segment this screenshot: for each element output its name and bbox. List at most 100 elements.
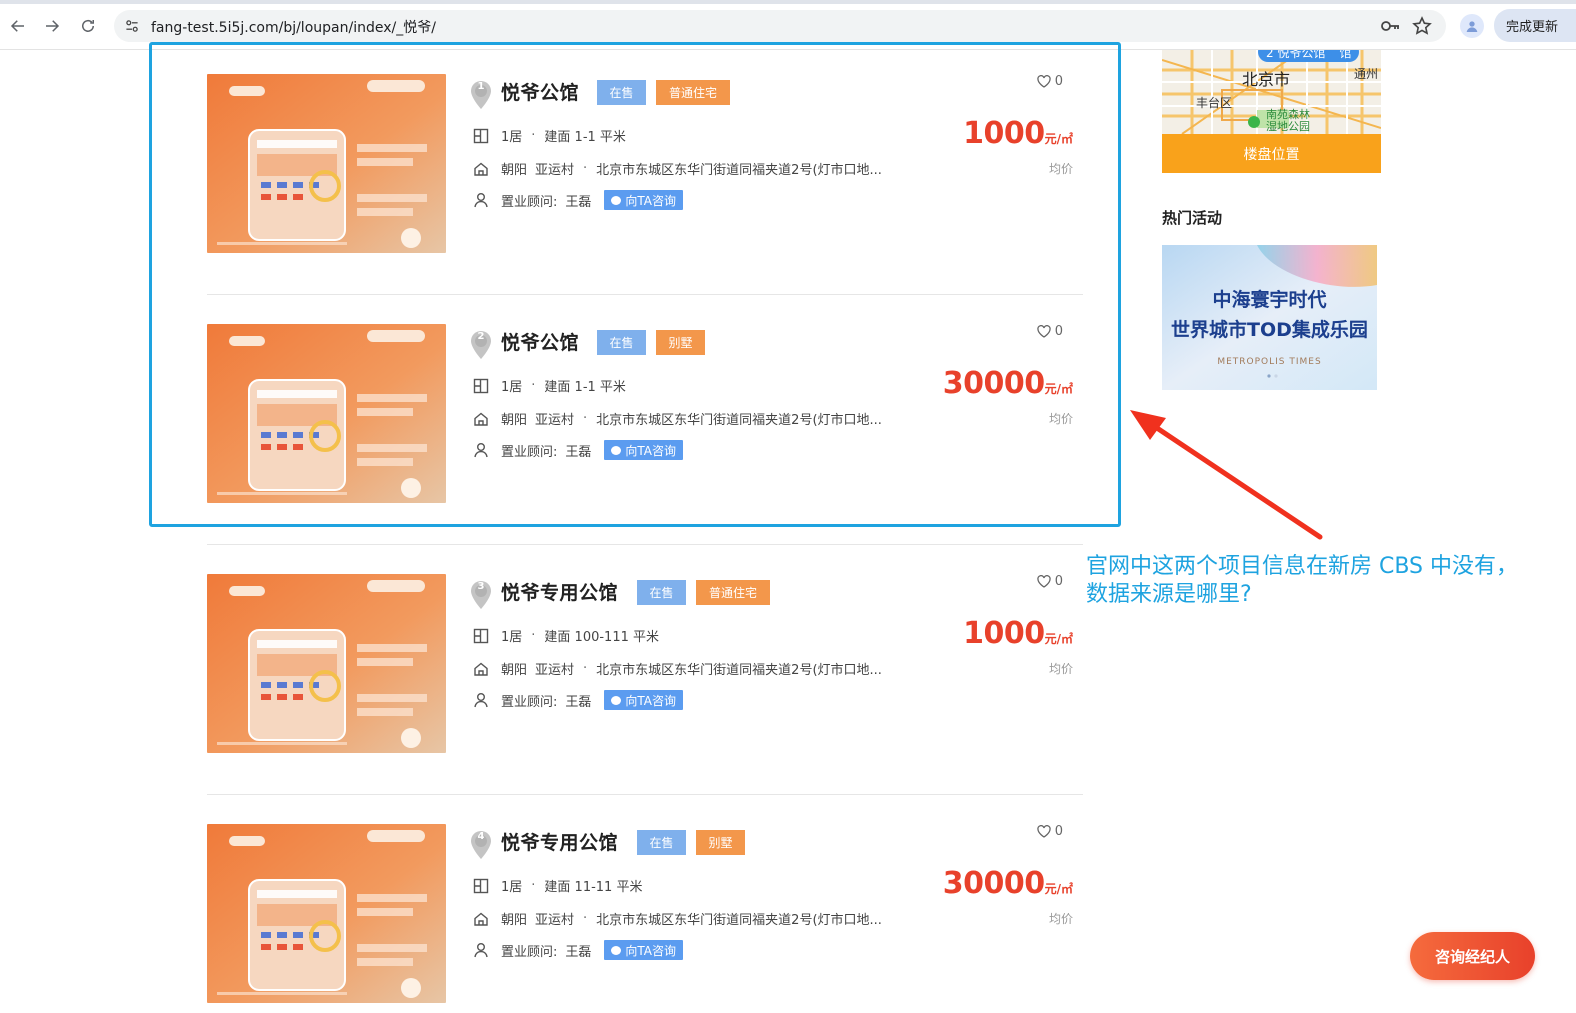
heart-icon[interactable] [1037,575,1051,588]
listing-advisor-row: 置业顾问: 王磊 向TA咨询 [473,940,684,960]
rank-badge: 4 [470,830,492,860]
advisor-label: 置业顾问: [501,694,558,710]
arrow-left-icon [10,20,24,32]
annotation-arrow-icon [1130,410,1323,540]
favorite-count: 0 [1054,824,1063,839]
map-city-label: 北京市 [1242,70,1291,89]
subarea-text: 亚运村 [535,913,575,928]
separator: · [583,911,588,926]
consult-button[interactable]: 向TA咨询 [604,940,684,960]
address-text: 北京市东城区东华门街道同福夹道2号(灯市口地... [596,663,882,678]
map-pin-tail: 馆 [1339,50,1352,60]
district-text: 朝阳 [501,913,528,928]
separator: · [583,661,588,676]
annotation-line-1: 官网中这两个项目信息在新房 CBS 中没有， [1086,554,1519,579]
heart-icon[interactable] [1037,825,1051,838]
status-badge: 别墅 [696,830,745,855]
profile-avatar-icon[interactable] [1460,14,1484,38]
url-text[interactable]: fang-test.5i5j.com/bj/loupan/index/_悦爷/ [151,17,436,37]
rank-number: 4 [477,831,485,842]
area-text: 建面 11-11 平米 [544,880,643,895]
site-info-icon[interactable] [122,16,142,36]
banner-subtitle: 世界城市TOD集成乐园 [1171,319,1368,341]
listing-thumbnail[interactable] [207,824,446,1003]
user-icon [473,692,489,708]
reload-icon [82,19,94,32]
listing-title[interactable]: 悦爷专用公馆 [501,578,618,605]
map-park-line-2: 湿地公园 [1266,120,1310,133]
address-text: 北京市东城区东华门街道同福夹道2号(灯市口地... [596,913,882,928]
house-icon [473,661,489,677]
listing-divider [207,544,1083,545]
map-widget[interactable]: 2 悦爷公馆 馆 北京市 通州 丰台区 南苑森林 湿地公园 楼盘位置 [1162,50,1381,173]
back-button[interactable] [6,14,30,38]
user-icon [473,942,489,958]
map-pin-label[interactable]: 2 悦爷公馆 馆 [1258,50,1360,62]
status-badge: 在售 [637,580,686,605]
price-unit: 元/㎡ [1044,882,1073,896]
location-button[interactable]: 楼盘位置 [1162,134,1381,173]
floorplan-icon [473,878,489,894]
status-badge: 在售 [637,830,686,855]
annotation-line-2: 数据来源是哪里? [1086,582,1252,607]
hot-activities-title: 热门活动 [1162,209,1223,227]
advisor-name: 王磊 [565,944,592,960]
map-pin-text: 2 悦爷公馆 [1266,50,1326,60]
advisor-name: 王磊 [565,694,592,710]
house-icon [473,911,489,927]
rank-number: 3 [477,581,485,592]
listing-price: 30000元/㎡ [943,866,1073,901]
map-east-label: 通州 [1354,67,1379,81]
listing-card[interactable]: 4 悦爷专用公馆 在售 别墅 1居 · 建面 11-11 平米 朝阳 亚运村 · … [207,824,1083,1004]
price-unit: 元/㎡ [1044,632,1073,646]
activity-banner[interactable]: 中海寰宇时代 世界城市TOD集成乐园 METROPOLIS TIMES [1162,245,1377,390]
price-note: 均价 [1048,912,1073,926]
banner-caption: METROPOLIS TIMES [1217,357,1322,367]
separator: · [531,628,536,643]
forward-button[interactable] [40,14,64,38]
favorite-toggle[interactable]: 0 [1037,574,1063,589]
chat-bubble-icon [611,945,622,955]
chat-bubble-icon [611,695,622,705]
consult-label: 向TA咨询 [625,693,677,708]
layout-text: 1居 [501,630,523,645]
key-icon[interactable] [1380,17,1400,35]
favorite-toggle[interactable]: 0 [1037,824,1063,839]
listing-thumbnail-graphic [207,824,446,1003]
map-district-label: 丰台区 [1196,96,1233,110]
listing-thumbnail[interactable] [207,574,446,753]
area-text: 建面 100-111 平米 [544,630,660,645]
annotation-highlight-box [149,42,1121,527]
advisor-label: 置业顾问: [501,944,558,960]
arrow-right-icon [46,20,60,32]
listing-price: 1000元/㎡ [963,616,1073,651]
consult-label: 向TA咨询 [625,943,677,958]
price-value: 30000 [942,866,1045,901]
listing-divider [207,794,1083,795]
listing-thumbnail-graphic [207,574,446,753]
subarea-text: 亚运村 [535,663,575,678]
price-value: 1000 [963,616,1045,651]
address-bar[interactable]: fang-test.5i5j.com/bj/loupan/index/_悦爷/ [114,10,1446,42]
consult-button[interactable]: 向TA咨询 [604,690,684,710]
listing-card[interactable]: 3 悦爷专用公馆 在售 普通住宅 1居 · 建面 100-111 平米 朝阳 亚运… [207,574,1083,754]
consult-agent-button[interactable]: 咨询经纪人 [1410,932,1535,980]
listing-advisor-row: 置业顾问: 王磊 向TA咨询 [473,690,684,710]
reload-button[interactable] [76,14,100,38]
price-note: 均价 [1048,662,1073,676]
listing-layout-row: 1居 · 建面 100-111 平米 [473,626,659,645]
rank-badge: 3 [470,580,492,610]
bookmark-star-icon[interactable] [1412,16,1432,36]
favorite-count: 0 [1054,574,1063,589]
district-text: 朝阳 [501,663,528,678]
banner-title: 中海寰宇时代 [1212,289,1327,311]
update-button[interactable]: 完成更新 [1494,9,1576,42]
listing-address-row: 朝阳 亚运村 · 北京市东城区东华门街道同福夹道2号(灯市口地... [473,909,882,928]
annotation-text: 官网中这两个项目信息在新房 CBS 中没有， 数据来源是哪里? [1086,553,1518,609]
listing-title[interactable]: 悦爷专用公馆 [501,828,618,855]
listing-layout-row: 1居 · 建面 11-11 平米 [473,876,642,895]
map-park-label: 南苑森林 湿地公园 [1266,109,1310,133]
separator: · [531,878,536,893]
layout-text: 1居 [501,880,523,895]
tab-strip-edge [0,0,1576,4]
